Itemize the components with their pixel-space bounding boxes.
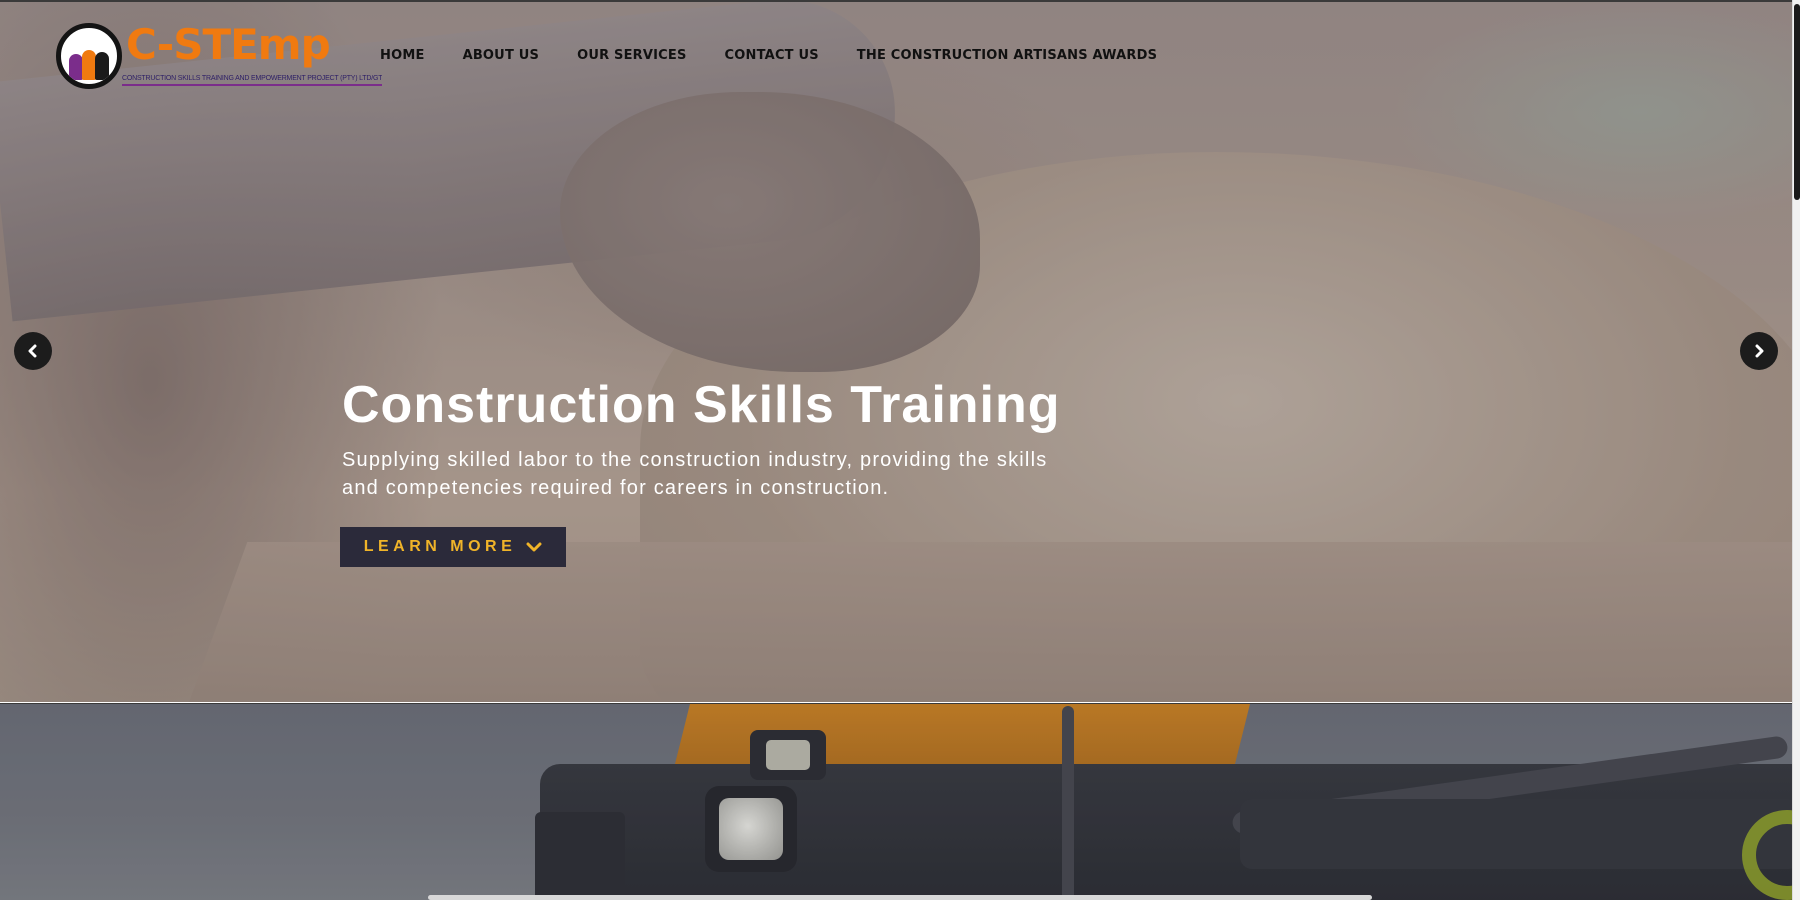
nav-home[interactable]: HOME (380, 48, 425, 63)
main-nav: HOME ABOUT US OUR SERVICES CONTACT US TH… (380, 48, 1195, 63)
chevron-right-icon (1755, 344, 1764, 358)
nav-our-services[interactable]: OUR SERVICES (577, 48, 686, 63)
nav-about-us[interactable]: ABOUT US (463, 48, 540, 63)
logo-tagline: CONSTRUCTION SKILLS TRAINING AND EMPOWER… (122, 75, 382, 86)
hero-slide (0, 2, 1792, 702)
page: C-STEmp CONSTRUCTION SKILLS TRAINING AND… (0, 0, 1800, 900)
carousel-next-button[interactable] (1740, 332, 1778, 370)
logo-figure-black (95, 52, 109, 80)
vertical-scrollbar[interactable] (1792, 0, 1800, 900)
horizontal-scrollbar[interactable] (428, 895, 1372, 900)
chevron-down-icon (526, 542, 542, 552)
hero-title: Construction Skills Training (342, 376, 1061, 434)
logo-figure-orange (82, 50, 96, 80)
logo-wordmark: C-STEmp (126, 20, 331, 69)
site-logo[interactable]: C-STEmp CONSTRUCTION SKILLS TRAINING AND… (56, 20, 382, 98)
window-top-border (0, 0, 1792, 2)
next-section-image (0, 703, 1792, 900)
chevron-left-icon (28, 344, 37, 358)
next-section-overlay (0, 704, 1792, 900)
vertical-scrollbar-thumb[interactable] (1794, 4, 1800, 200)
logo-emblem-icon (56, 23, 122, 89)
hero-subtitle: Supplying skilled labor to the construct… (342, 449, 1048, 499)
learn-more-button[interactable]: LEARN MORE (340, 527, 566, 567)
nav-contact-us[interactable]: CONTACT US (725, 48, 819, 63)
carousel-prev-button[interactable] (14, 332, 52, 370)
nav-construction-artisans-awards[interactable]: THE CONSTRUCTION ARTISANS AWARDS (857, 48, 1157, 63)
logo-figure-purple (69, 54, 83, 80)
learn-more-label: LEARN MORE (363, 538, 517, 555)
hero-overlay (0, 2, 1792, 702)
